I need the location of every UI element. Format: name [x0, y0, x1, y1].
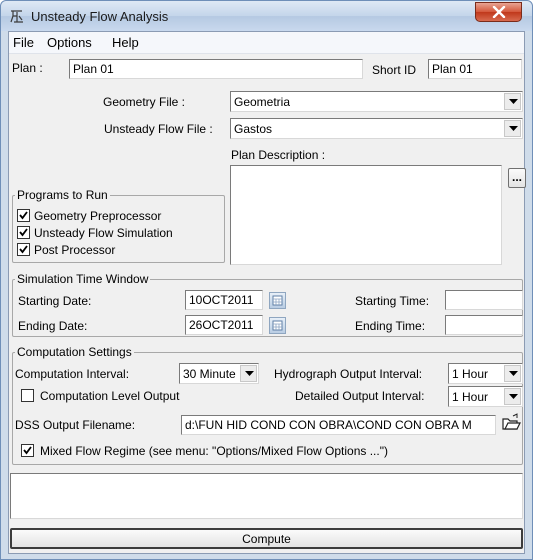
post-processor-checkbox[interactable] — [17, 243, 30, 256]
ending-time-input[interactable] — [445, 315, 523, 335]
hydrograph-output-interval-value: 1 Hour — [452, 367, 489, 381]
starting-date-input[interactable]: 10OCT2011 — [185, 290, 263, 310]
open-folder-icon[interactable] — [500, 413, 523, 436]
computation-level-output-label: Computation Level Output — [40, 389, 180, 403]
unsteady-flow-file-label: Unsteady Flow File : — [104, 122, 213, 136]
dss-output-filename-input[interactable]: d:\FUN HID COND CON OBRA\COND CON OBRA M — [181, 415, 496, 435]
post-processor-label: Post Processor — [34, 243, 116, 257]
detailed-output-interval-value: 1 Hour — [452, 390, 489, 404]
chevron-down-icon — [509, 394, 518, 399]
chevron-down-icon — [509, 126, 518, 131]
close-icon — [492, 6, 506, 18]
compute-button[interactable]: Compute — [10, 528, 523, 549]
hec-ras-app-icon — [9, 8, 25, 24]
starting-time-input[interactable] — [445, 290, 523, 310]
simulation-time-window-title: Simulation Time Window — [15, 272, 151, 286]
short-id-input[interactable]: Plan 01 — [428, 59, 522, 79]
chevron-down-icon — [509, 371, 518, 376]
geometry-file-value: Geometria — [234, 95, 291, 109]
checkmark-icon — [19, 228, 28, 237]
unsteady-flow-simulation-label: Unsteady Flow Simulation — [34, 226, 173, 240]
geometry-preprocessor-checkbox[interactable] — [17, 209, 30, 222]
plan-label: Plan : — [12, 61, 43, 75]
menu-file[interactable]: File — [13, 35, 34, 50]
client-area: File Options Help Plan : Plan 01 Short I… — [8, 31, 526, 554]
window-title: Unsteady Flow Analysis — [31, 9, 169, 24]
computation-interval-value: 30 Minute — [183, 367, 236, 381]
detailed-output-interval-label: Detailed Output Interval: — [295, 389, 425, 403]
ending-date-input[interactable]: 26OCT2011 — [185, 315, 263, 335]
ending-time-label: Ending Time: — [355, 319, 426, 333]
checkmark-icon — [19, 211, 28, 220]
geometry-dropdown-button[interactable] — [504, 93, 521, 110]
hydrograph-output-interval-label: Hydrograph Output Interval: — [274, 367, 423, 381]
detailed-output-interval-select[interactable]: 1 Hour — [448, 386, 523, 407]
app-window: Unsteady Flow Analysis File Options Help… — [0, 0, 533, 560]
computation-settings-title: Computation Settings — [15, 345, 134, 359]
status-message-box — [10, 473, 523, 519]
computation-interval-select[interactable]: 30 Minute — [179, 363, 259, 384]
starting-date-calendar-icon[interactable] — [269, 292, 286, 309]
unsteady-dropdown-button[interactable] — [504, 120, 521, 137]
mixed-flow-regime-checkbox[interactable] — [21, 444, 34, 457]
starting-date-label: Starting Date: — [18, 294, 92, 308]
hydrograph-output-interval-select[interactable]: 1 Hour — [448, 363, 523, 384]
checkmark-icon — [19, 245, 28, 254]
chevron-down-icon — [245, 371, 254, 376]
detailed-dropdown-button[interactable] — [504, 388, 521, 405]
plan-name-input[interactable]: Plan 01 — [69, 59, 363, 79]
title-bar[interactable]: Unsteady Flow Analysis — [1, 1, 532, 31]
checkmark-icon — [23, 446, 32, 455]
dss-output-filename-label: DSS Output Filename: — [15, 418, 136, 432]
plan-description-label: Plan Description : — [231, 148, 326, 162]
mixed-flow-regime-label: Mixed Flow Regime (see menu: "Options/Mi… — [40, 444, 388, 458]
menu-bar: File Options Help — [9, 32, 524, 54]
description-browse-button[interactable]: ... — [508, 168, 526, 188]
ending-date-label: Ending Date: — [18, 319, 88, 333]
menu-help[interactable]: Help — [112, 35, 139, 50]
computation-interval-dropdown-button[interactable] — [240, 365, 257, 382]
computation-interval-label: Computation Interval: — [15, 367, 130, 381]
plan-description-input[interactable] — [230, 165, 502, 265]
short-id-label: Short ID — [372, 63, 417, 77]
menu-options[interactable]: Options — [47, 35, 92, 50]
chevron-down-icon — [509, 99, 518, 104]
close-button[interactable] — [475, 2, 522, 22]
starting-time-label: Starting Time: — [355, 294, 430, 308]
unsteady-flow-simulation-checkbox[interactable] — [17, 226, 30, 239]
computation-level-output-checkbox[interactable] — [21, 389, 34, 402]
compute-button-label: Compute — [242, 532, 291, 546]
unsteady-flow-file-value: Gastos — [234, 122, 273, 136]
hydrograph-dropdown-button[interactable] — [504, 365, 521, 382]
geometry-file-select[interactable]: Geometria — [230, 91, 523, 112]
geometry-file-label: Geometry File : — [103, 95, 186, 109]
programs-to-run-title: Programs to Run — [15, 188, 110, 202]
browse-ellipsis: ... — [512, 170, 523, 184]
ending-date-calendar-icon[interactable] — [269, 317, 286, 334]
unsteady-flow-file-select[interactable]: Gastos — [230, 118, 523, 139]
geometry-preprocessor-label: Geometry Preprocessor — [34, 209, 162, 223]
